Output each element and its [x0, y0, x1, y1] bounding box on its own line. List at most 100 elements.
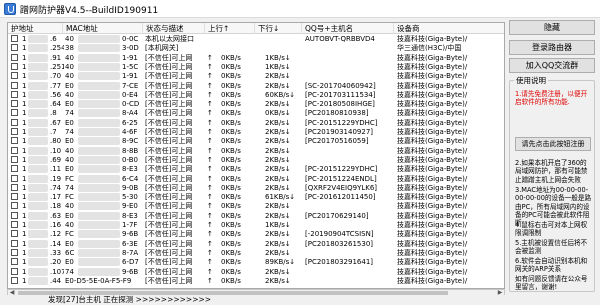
row-checkbox[interactable] [11, 155, 18, 163]
masked-ip-segment [28, 193, 48, 202]
column-header-download[interactable]: 下行↓ [255, 23, 302, 34]
row-checkbox[interactable] [11, 81, 18, 89]
masked-ip-segment [28, 258, 48, 267]
window-title: 蹭网防护器V4.5--BuildID190911 [20, 6, 159, 16]
status-bar: 发现[27]台主机 正在探测 >>>>>>>>>>>> [0, 295, 600, 305]
row-checkbox[interactable] [11, 239, 18, 247]
register-button[interactable]: 请先点击此按钮注册 [515, 137, 591, 151]
join-qq-group-button[interactable]: 加入QQ交流群 [509, 58, 595, 73]
row-checkbox[interactable] [11, 62, 18, 70]
row-checkbox[interactable] [11, 128, 18, 135]
masked-ip-segment [28, 276, 48, 285]
masked-ip-segment [28, 183, 48, 192]
row-checkbox[interactable] [11, 174, 18, 182]
masked-mac-segment [78, 146, 120, 155]
masked-mac-segment [78, 118, 120, 127]
row-checkbox[interactable] [11, 100, 18, 108]
row-checkbox[interactable] [11, 44, 18, 52]
masked-ip-segment [28, 211, 48, 220]
masked-ip-segment [28, 267, 48, 276]
row-checkbox[interactable] [11, 267, 18, 275]
row-checkbox[interactable] [11, 193, 18, 201]
masked-mac-segment [78, 90, 120, 99]
masked-ip-segment [28, 62, 48, 71]
mac-address: E0-D5-5E-0A-F5-F9 [65, 276, 132, 285]
table-row[interactable]: 1 .44 E0-D5-5E-0A-F5-F9 [不信任]可上网 ↑ 0KB/s 2KB/s… [8, 276, 504, 286]
masked-ip-segment [28, 174, 48, 183]
masked-ip-segment [28, 100, 48, 109]
masked-ip-segment [28, 128, 48, 136]
device-status: [不信任]可上网 [145, 276, 193, 285]
masked-ip-segment [28, 118, 48, 127]
masked-mac-segment [78, 230, 120, 239]
row-checkbox[interactable] [11, 183, 18, 191]
masked-mac-segment [78, 100, 120, 109]
device-vendor: 技嘉科技(Giga-Byte)/ [397, 276, 468, 285]
row-checkbox[interactable] [11, 221, 18, 228]
column-header-host[interactable]: QQ号+主机名 [302, 23, 394, 34]
hide-button[interactable]: 隐藏 [509, 20, 595, 35]
usage-feedback-note: 如有问题反馈请在公众号里留言，谢谢! [515, 275, 588, 292]
usage-step-5: 5.主机被设置信任后将不会被监测 [515, 239, 588, 256]
masked-mac-segment [78, 72, 120, 81]
masked-ip-segment [28, 146, 48, 155]
masked-mac-segment [78, 44, 120, 53]
upload-rate: 0KB/s [221, 276, 241, 285]
row-checkbox[interactable] [11, 72, 18, 80]
masked-ip-segment [28, 230, 48, 239]
row-checkbox[interactable] [11, 248, 18, 256]
masked-ip-segment [28, 239, 48, 248]
masked-ip-segment [28, 248, 48, 257]
row-checkbox[interactable] [11, 146, 18, 154]
row-checkbox[interactable] [11, 137, 18, 145]
row-checkbox[interactable] [11, 53, 18, 61]
masked-ip-segment [28, 221, 48, 229]
row-checkbox[interactable] [11, 258, 18, 266]
masked-ip-segment [28, 81, 48, 90]
masked-ip-segment [28, 44, 48, 53]
masked-ip-segment [28, 165, 48, 174]
login-router-button[interactable]: 登录路由器 [509, 40, 595, 55]
masked-ip-segment [28, 137, 48, 146]
masked-mac-segment [78, 211, 120, 220]
usage-step-6: 6.软件会自动识别本机和网关的ARP关系 [515, 257, 588, 274]
column-header-ip[interactable]: 护地址 [8, 23, 63, 34]
row-checkbox[interactable] [11, 230, 18, 238]
title-bar: 蹭网防护器V4.5--BuildID190911 [0, 0, 600, 18]
ip-prefix: 1 [22, 276, 27, 285]
column-header-upload[interactable]: 上行↑ [205, 23, 255, 34]
row-checkbox[interactable] [11, 202, 18, 210]
masked-mac-segment [78, 165, 120, 174]
masked-ip-segment [28, 35, 48, 43]
masked-mac-segment [78, 248, 120, 257]
masked-mac-segment [78, 128, 120, 136]
row-checkbox[interactable] [11, 109, 18, 117]
status-text: 发现[27]台主机 正在探测 >>>>>>>>>>>> [48, 295, 212, 304]
column-header-vendor[interactable]: 设备商 [394, 23, 504, 34]
row-checkbox[interactable] [11, 211, 18, 219]
row-checkbox[interactable] [11, 90, 18, 98]
row-checkbox[interactable] [11, 276, 18, 284]
masked-mac-segment [78, 35, 120, 43]
row-checkbox[interactable] [11, 35, 18, 42]
masked-mac-segment [78, 137, 120, 146]
masked-mac-segment [78, 53, 120, 62]
usage-step-1: 1.请先免费注册，以便开启软件的所有功能. [515, 90, 588, 107]
column-header-status[interactable]: 状态与描述 [143, 23, 205, 34]
device-table[interactable]: 护地址 MAC地址 状态与描述 上行↑ 下行↓ QQ号+主机名 设备商 1.6 4… [7, 22, 505, 289]
masked-mac-segment [78, 183, 120, 192]
masked-ip-segment [28, 202, 48, 211]
masked-mac-segment [78, 221, 120, 229]
row-checkbox[interactable] [11, 165, 18, 173]
host-name [303, 276, 394, 286]
row-checkbox[interactable] [11, 118, 18, 126]
masked-mac-segment [78, 202, 120, 211]
masked-mac-segment [78, 258, 120, 267]
upload-arrow-icon: ↑ [207, 276, 213, 285]
masked-mac-segment [78, 193, 120, 202]
masked-ip-segment [28, 90, 48, 99]
masked-mac-segment [78, 81, 120, 90]
masked-mac-segment [78, 155, 120, 164]
column-header-mac[interactable]: MAC地址 [63, 23, 143, 34]
ip-suffix: .44 [50, 276, 62, 285]
